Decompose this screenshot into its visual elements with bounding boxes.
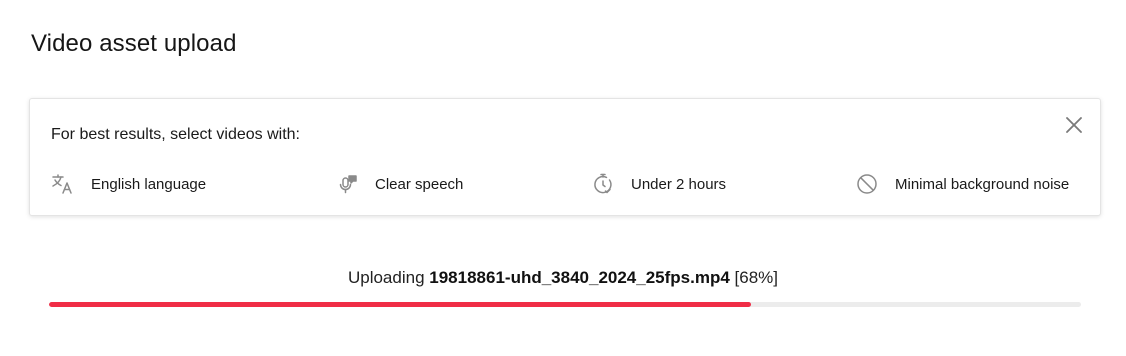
upload-filename: 19818861-uhd_3840_2024_25fps.mp4 — [429, 268, 730, 287]
upload-progress-fill — [49, 302, 751, 307]
tip-label: Clear speech — [375, 175, 464, 193]
tip-clear-speech: Clear speech — [335, 172, 463, 196]
tip-label: Under 2 hours — [631, 175, 727, 193]
tip-label: English language — [91, 175, 207, 193]
tip-english-language: English language — [51, 172, 206, 196]
no-noise-icon — [855, 172, 879, 196]
translate-icon — [51, 172, 75, 196]
close-button[interactable] — [1062, 113, 1086, 137]
page-title: Video asset upload — [31, 30, 237, 57]
upload-status: Uploading 19818861-uhd_3840_2024_25fps.m… — [0, 268, 1126, 288]
tip-label: Minimal background noise — [895, 175, 1070, 193]
tip-background-noise: Minimal background noise — [855, 172, 1069, 196]
upload-progress-bar — [49, 302, 1081, 307]
upload-percent: [68%] — [734, 268, 779, 287]
voice-icon — [335, 172, 359, 196]
upload-prefix: Uploading — [347, 268, 425, 287]
close-icon — [1066, 117, 1082, 133]
tips-heading: For best results, select videos with: — [51, 126, 300, 143]
timer-icon — [591, 172, 615, 196]
upload-page: Video asset upload For best results, sel… — [0, 0, 1126, 356]
tip-duration: Under 2 hours — [591, 172, 726, 196]
tips-card: For best results, select videos with: En… — [29, 98, 1101, 216]
